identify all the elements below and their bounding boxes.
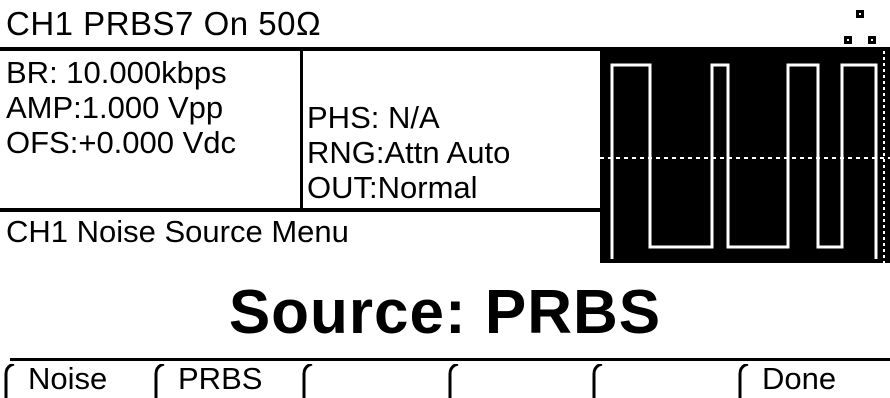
output-readout: OUT:Normal [307, 170, 478, 205]
softkey-divider [592, 364, 603, 398]
bitrate-readout: BR: 10.000kbps [6, 55, 227, 90]
softkey-5[interactable] [598, 358, 744, 398]
softkey-done[interactable]: Done [744, 358, 890, 398]
softkey-label: Noise [28, 361, 108, 396]
softkey-prbs[interactable]: PRBS [160, 358, 308, 398]
waveform-display [600, 51, 890, 263]
phase-readout: PHS: N/A [307, 100, 440, 135]
status-panel-left: BR: 10.000kbps AMP:1.000 Vpp OFS:+0.000 … [0, 51, 303, 208]
softkey-divider [448, 364, 459, 398]
softkey-label: Done [762, 361, 837, 396]
softkey-divider [302, 364, 313, 398]
grid-icon [844, 10, 876, 44]
menu-title: CH1 Noise Source Menu [6, 214, 349, 249]
softkey-divider [738, 364, 749, 398]
source-readout: Source: PRBS [228, 278, 662, 347]
amplitude-readout: AMP:1.000 Vpp [6, 90, 224, 125]
softkey-noise[interactable]: Noise [10, 358, 160, 398]
softkey-3[interactable] [308, 358, 454, 398]
softkey-bar: Noise PRBS Done [0, 358, 890, 398]
offset-readout: OFS:+0.000 Vdc [6, 125, 237, 160]
range-readout: RNG:Attn Auto [307, 135, 511, 170]
status-divider [0, 208, 600, 212]
softkey-label: PRBS [178, 361, 263, 396]
status-panel-middle: PHS: N/A RNG:Attn Auto OUT:Normal [303, 51, 600, 208]
channel-status-header: CH1 PRBS7 On 50Ω [6, 5, 322, 42]
softkey-divider [154, 364, 165, 398]
softkey-divider [4, 364, 15, 398]
softkey-4[interactable] [454, 358, 598, 398]
